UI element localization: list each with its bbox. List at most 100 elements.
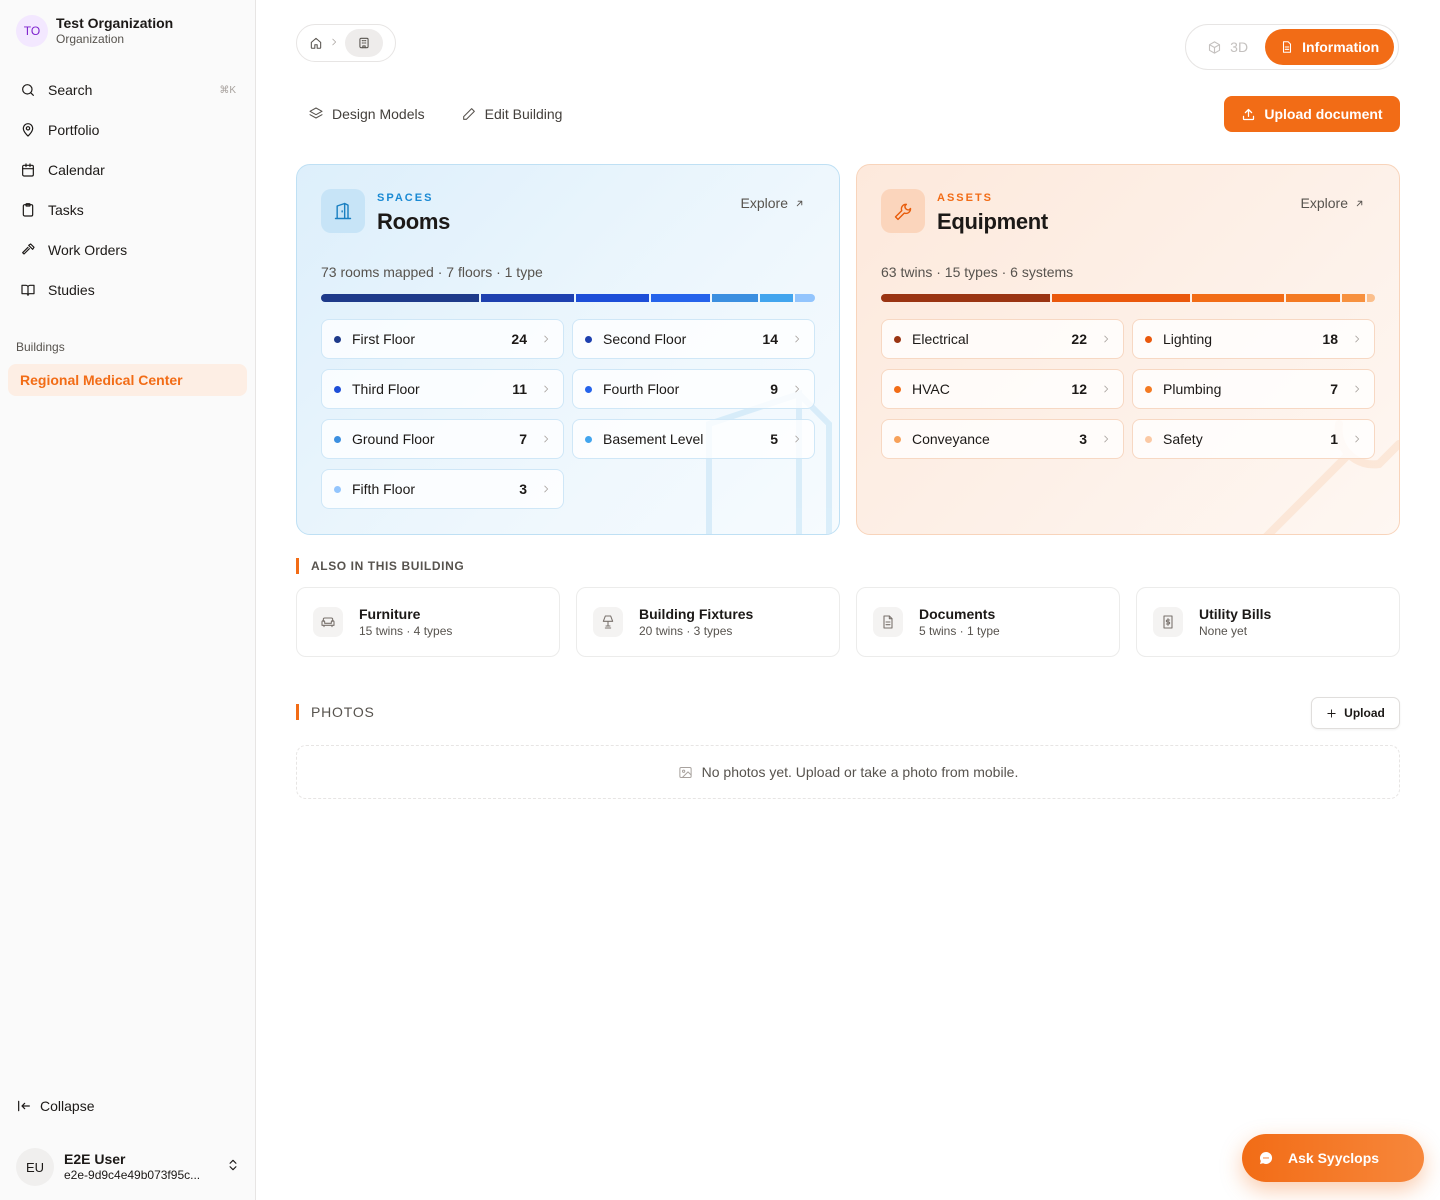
bar-segment bbox=[795, 294, 815, 302]
also-in-building-heading: ALSO IN THIS BUILDING bbox=[296, 558, 464, 574]
sidebar-nav: Search ⌘K Portfolio Calendar Tasks Work … bbox=[8, 70, 248, 310]
bar-segment bbox=[1286, 294, 1341, 302]
bar-segment bbox=[481, 294, 574, 302]
upload-document-label: Upload document bbox=[1264, 106, 1383, 122]
floor-row-basement-level[interactable]: Basement Level 5 bbox=[572, 419, 815, 459]
spaces-explore-link[interactable]: Explore bbox=[741, 195, 805, 211]
chevron-right-icon bbox=[544, 335, 549, 343]
photos-heading-label: PHOTOS bbox=[311, 704, 375, 720]
buildings-section-label: Buildings bbox=[16, 340, 65, 354]
layers-icon bbox=[309, 107, 323, 119]
org-type: Organization bbox=[56, 32, 125, 46]
ask-assistant-button[interactable]: Ask Syyclops bbox=[1242, 1134, 1424, 1182]
plus-icon bbox=[1327, 708, 1336, 718]
chevron-right-icon bbox=[544, 485, 549, 493]
assets-distribution-bar bbox=[881, 294, 1375, 302]
book-icon bbox=[21, 284, 35, 296]
floor-row-first-floor[interactable]: First Floor 24 bbox=[321, 319, 564, 359]
floor-row-second-floor[interactable]: Second Floor 14 bbox=[572, 319, 815, 359]
legend-dot bbox=[334, 435, 341, 443]
building-toolbar: Design Models Edit Building bbox=[296, 96, 574, 132]
photos-empty-text: No photos yet. Upload or take a photo fr… bbox=[701, 764, 1019, 780]
system-row-electrical[interactable]: Electrical 22 bbox=[881, 319, 1124, 359]
building-item-regional-medical-center[interactable]: Regional Medical Center bbox=[8, 364, 247, 396]
also-card-utility-bills[interactable]: Utility Bills None yet bbox=[1136, 587, 1400, 657]
chevron-right-icon bbox=[329, 34, 339, 52]
row-label: Conveyance bbox=[912, 431, 990, 447]
photos-empty-state: No photos yet. Upload or take a photo fr… bbox=[296, 745, 1400, 799]
photos-upload-button[interactable]: Upload bbox=[1311, 697, 1400, 729]
nav-studies[interactable]: Studies bbox=[8, 270, 248, 310]
floor-row-fourth-floor[interactable]: Fourth Floor 9 bbox=[572, 369, 815, 409]
user-id: e2e-9d9c4e49b073f95c... bbox=[64, 1168, 201, 1182]
chevron-right-icon bbox=[795, 435, 800, 443]
photos-heading: PHOTOS bbox=[296, 704, 375, 720]
floor-row-ground-floor[interactable]: Ground Floor 7 bbox=[321, 419, 564, 459]
assets-system-list: Electrical 22 Lighting 18 HVAC 12 Plumbing 7 Con… bbox=[881, 319, 1375, 459]
edit-building-button[interactable]: Edit Building bbox=[449, 96, 575, 132]
also-card-building-fixtures[interactable]: Building Fixtures 20 twins · 3 types bbox=[576, 587, 840, 657]
org-switcher[interactable]: TO Test Organization Organization bbox=[16, 14, 173, 47]
nav-work-orders-label: Work Orders bbox=[48, 242, 128, 258]
row-label: Plumbing bbox=[1163, 381, 1222, 397]
row-count: 3 bbox=[1079, 431, 1087, 447]
assets-explore-link[interactable]: Explore bbox=[1301, 195, 1365, 211]
collapse-label: Collapse bbox=[40, 1098, 95, 1114]
row-count: 9 bbox=[770, 381, 778, 397]
legend-dot bbox=[1145, 335, 1152, 343]
also-title: Furniture bbox=[359, 606, 421, 622]
system-row-lighting[interactable]: Lighting 18 bbox=[1132, 319, 1375, 359]
nav-search[interactable]: Search ⌘K bbox=[8, 70, 248, 110]
legend-dot bbox=[585, 435, 592, 443]
map-pin-icon bbox=[22, 123, 34, 137]
system-row-plumbing[interactable]: Plumbing 7 bbox=[1132, 369, 1375, 409]
spaces-explore-label: Explore bbox=[740, 195, 788, 211]
also-card-furniture[interactable]: Furniture 15 twins · 4 types bbox=[296, 587, 560, 657]
view-toggle: 3D Information bbox=[1185, 24, 1399, 70]
search-icon bbox=[22, 84, 34, 96]
chevron-right-icon bbox=[1104, 385, 1109, 393]
row-count: 22 bbox=[1071, 331, 1087, 347]
collapse-icon bbox=[18, 1100, 30, 1112]
chevron-right-icon bbox=[1355, 335, 1360, 343]
also-sub: 15 twins · 4 types bbox=[359, 624, 453, 638]
bar-segment bbox=[760, 294, 794, 302]
nav-portfolio[interactable]: Portfolio bbox=[8, 110, 248, 150]
legend-dot bbox=[334, 335, 341, 343]
system-row-safety[interactable]: Safety 1 bbox=[1132, 419, 1375, 459]
row-count: 5 bbox=[770, 431, 778, 447]
view-information-button[interactable]: Information bbox=[1265, 29, 1394, 65]
search-shortcut: ⌘K bbox=[219, 84, 236, 96]
view-3d-button[interactable]: 3D bbox=[1190, 29, 1265, 65]
system-row-hvac[interactable]: HVAC 12 bbox=[881, 369, 1124, 409]
upload-document-button[interactable]: Upload document bbox=[1224, 96, 1400, 132]
legend-dot bbox=[1145, 385, 1152, 393]
collapse-button[interactable]: Collapse bbox=[16, 1098, 94, 1114]
floor-row-third-floor[interactable]: Third Floor 11 bbox=[321, 369, 564, 409]
also-title: Utility Bills bbox=[1199, 606, 1272, 622]
chevron-right-icon bbox=[1104, 335, 1109, 343]
legend-dot bbox=[894, 385, 901, 393]
nav-studies-label: Studies bbox=[48, 282, 95, 298]
nav-calendar[interactable]: Calendar bbox=[8, 150, 248, 190]
also-sub: 20 twins · 3 types bbox=[639, 624, 733, 638]
spaces-title: Rooms bbox=[377, 209, 451, 234]
user-menu[interactable]: EU E2E User e2e-9d9c4e49b073f95c... bbox=[16, 1148, 240, 1186]
document-icon bbox=[1283, 41, 1292, 53]
nav-work-orders[interactable]: Work Orders bbox=[8, 230, 248, 270]
breadcrumb-building[interactable] bbox=[345, 29, 383, 57]
home-icon[interactable] bbox=[309, 36, 323, 50]
system-row-conveyance[interactable]: Conveyance 3 bbox=[881, 419, 1124, 459]
also-title: Building Fixtures bbox=[639, 606, 754, 622]
row-label: Basement Level bbox=[603, 431, 704, 447]
bar-segment bbox=[650, 294, 710, 302]
photos-upload-label: Upload bbox=[1344, 706, 1385, 720]
bar-segment bbox=[321, 294, 480, 302]
row-label: Electrical bbox=[912, 331, 969, 347]
design-models-button[interactable]: Design Models bbox=[296, 96, 437, 132]
floor-row-fifth-floor[interactable]: Fifth Floor 3 bbox=[321, 469, 564, 509]
also-card-documents[interactable]: Documents 5 twins · 1 type bbox=[856, 587, 1120, 657]
nav-portfolio-label: Portfolio bbox=[48, 122, 100, 138]
nav-tasks[interactable]: Tasks bbox=[8, 190, 248, 230]
row-count: 14 bbox=[762, 331, 778, 347]
